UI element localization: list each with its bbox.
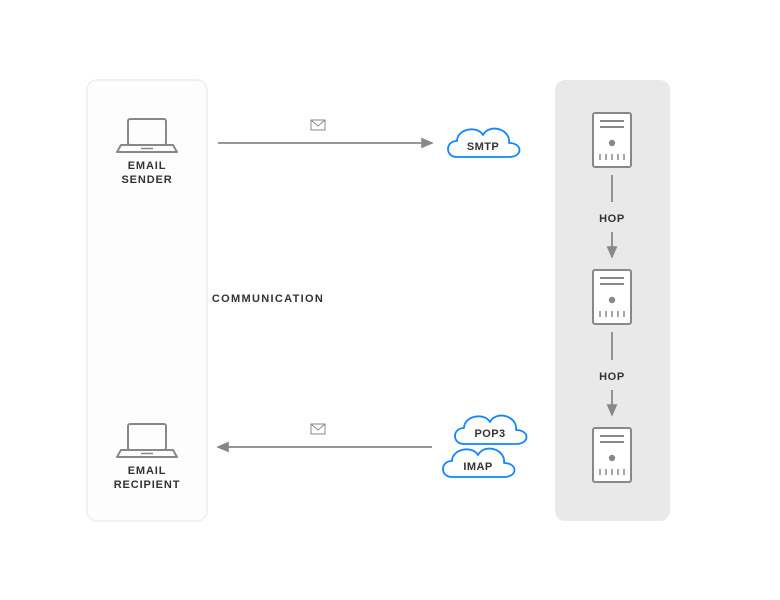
envelope-icon-bottom (311, 424, 325, 434)
communication-label: COMMUNICATION (212, 293, 324, 305)
sender-recipient-panel (87, 80, 207, 521)
server-icon-2 (593, 270, 631, 324)
email-protocol-diagram: EMAIL SENDER EMAIL RECIPIENT COMMUNICATI… (0, 0, 780, 600)
recipient-label-line1: EMAIL (128, 465, 167, 477)
sender-label-line1: EMAIL (128, 160, 167, 172)
smtp-label: SMTP (467, 141, 499, 153)
pop3-label: POP3 (474, 428, 505, 440)
hop1-label: HOP (599, 213, 625, 225)
recipient-label-line2: RECIPIENT (114, 479, 181, 491)
envelope-icon-top (311, 120, 325, 130)
imap-label: IMAP (463, 461, 492, 473)
sender-label-line2: SENDER (121, 174, 172, 186)
hop2-label: HOP (599, 371, 625, 383)
server-icon-1 (593, 113, 631, 167)
server-icon-3 (593, 428, 631, 482)
